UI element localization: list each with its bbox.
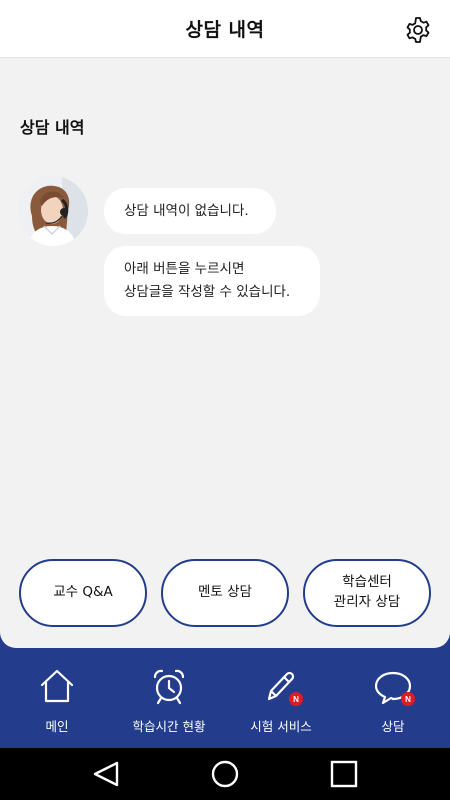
chat-bubble-hint: 아래 버튼을 누르시면 상담글을 작성할 수 있습니다. — [104, 246, 320, 316]
tab-exam-service[interactable]: N 시험 서비스 — [225, 666, 337, 746]
mentor-consult-button[interactable]: 멘토 상담 — [161, 559, 289, 627]
tab-main-label: 메인 — [45, 719, 69, 734]
tab-consult[interactable]: N 상담 — [337, 666, 449, 746]
counselor-avatar — [18, 176, 88, 246]
alarm-clock-icon — [149, 666, 189, 706]
tab-consult-label: 상담 — [381, 719, 405, 734]
empty-message: 상담 내역이 없습니다. — [124, 203, 249, 219]
tab-study-time-label: 학습시간 현황 — [132, 719, 206, 734]
app-header: 상담 내역 — [0, 0, 450, 58]
hint-line-2: 상담글을 작성할 수 있습니다. — [124, 283, 291, 300]
hint-line-1: 아래 버튼을 누르시면 — [124, 261, 245, 277]
tab-exam-service-label: 시험 서비스 — [250, 719, 312, 734]
chat-bubble-empty: 상담 내역이 없습니다. — [104, 188, 276, 234]
system-nav-bar — [0, 748, 450, 800]
pencil-icon: N — [261, 666, 303, 706]
recents-square-icon[interactable] — [330, 760, 358, 788]
section-title: 상담 내역 — [20, 118, 85, 137]
professor-qa-button[interactable]: 교수 Q&A — [19, 559, 147, 627]
home-icon — [37, 666, 77, 706]
exam-new-badge: N — [289, 692, 303, 706]
home-circle-icon[interactable] — [211, 760, 239, 788]
tab-main[interactable]: 메인 — [1, 666, 113, 746]
bottom-tab-bar: 메인 학습시간 현황 N 시험 서비스 N 상담 — [0, 648, 450, 748]
page-title: 상담 내역 — [185, 19, 265, 41]
tab-study-time[interactable]: 학습시간 현황 — [113, 666, 225, 746]
consult-new-badge: N — [401, 692, 415, 706]
chat-bubble-icon: N — [373, 666, 415, 706]
gear-icon[interactable] — [404, 16, 432, 44]
back-triangle-icon[interactable] — [93, 761, 119, 787]
learning-center-consult-button[interactable]: 학습센터 관리자 상담 — [303, 559, 431, 627]
